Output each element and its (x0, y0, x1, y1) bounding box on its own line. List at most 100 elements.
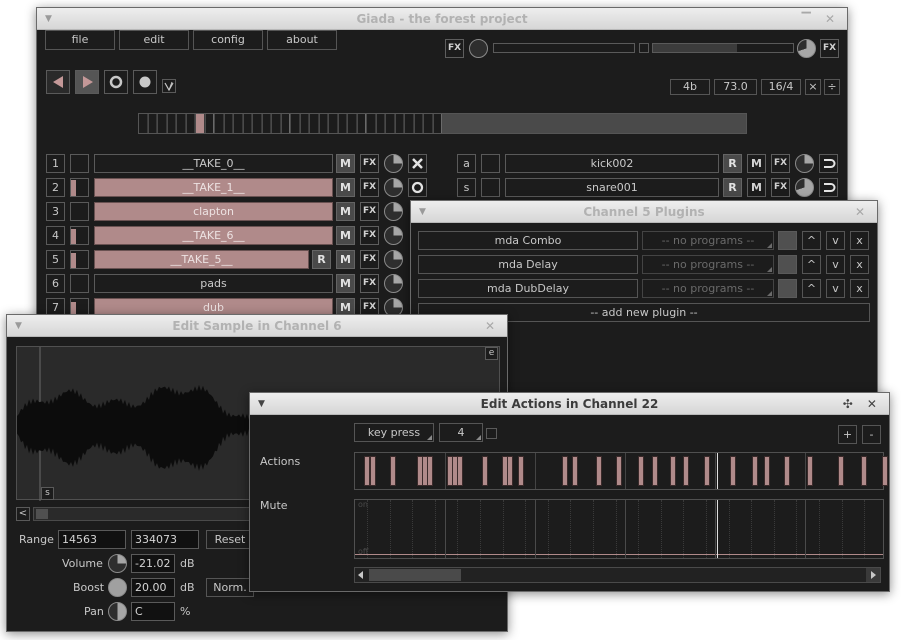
pan-field[interactable]: C (131, 602, 175, 621)
plugin-bypass-toggle[interactable] (778, 255, 797, 274)
plugin-remove-button[interactable]: x (850, 231, 869, 250)
plugin-programs-select[interactable]: -- no programs -- (642, 255, 774, 274)
action-bar[interactable] (572, 456, 578, 486)
zoom-in-button[interactable]: + (838, 425, 857, 444)
channel-fx-button[interactable]: FX (771, 154, 790, 173)
plugin-name-button[interactable]: mda Combo (418, 231, 638, 250)
grid-select[interactable]: 4 (439, 423, 483, 442)
channel-mode-button[interactable] (819, 154, 838, 173)
plugin-move-up-button[interactable]: ^ (802, 279, 821, 298)
channel-name-button[interactable]: kick002 (505, 154, 719, 173)
action-bar[interactable] (638, 456, 644, 486)
channel-mute-button[interactable]: M (747, 178, 766, 197)
action-bar[interactable] (752, 456, 758, 486)
range-end-handle[interactable]: e (485, 347, 498, 360)
action-type-select[interactable]: key press (354, 423, 434, 442)
action-editor-scrollbar[interactable] (354, 567, 881, 583)
action-bar[interactable] (784, 456, 790, 486)
boost-knob[interactable] (108, 578, 127, 597)
action-editor-title-bar[interactable]: ▼ Edit Actions in Channel 22 ✣ ✕ (250, 393, 889, 415)
plugin-remove-button[interactable]: x (850, 255, 869, 274)
normalize-button[interactable]: Norm. (206, 578, 254, 597)
grid-line (457, 500, 458, 558)
channel-fx-button[interactable]: FX (771, 178, 790, 197)
action-editor-title: Edit Actions in Channel 22 (480, 397, 659, 411)
plugin-move-down-button[interactable]: v (826, 255, 845, 274)
action-bar[interactable] (683, 456, 689, 486)
action-bar[interactable] (390, 456, 396, 486)
channel-name-button[interactable]: snare001 (505, 178, 719, 197)
action-bar[interactable] (652, 456, 658, 486)
action-bar[interactable] (518, 456, 524, 486)
scroll-left-arrow-icon[interactable] (358, 571, 363, 579)
grid-line (535, 453, 536, 489)
plugin-move-up-button[interactable]: ^ (802, 231, 821, 250)
waveform-scrollbar[interactable] (33, 507, 263, 521)
channel-status[interactable] (481, 178, 500, 197)
channel-read-actions-button[interactable]: R (723, 154, 742, 173)
mute-track[interactable]: on off (354, 499, 884, 559)
pan-knob[interactable] (108, 602, 127, 621)
plugin-move-up-button[interactable]: ^ (802, 255, 821, 274)
action-bar[interactable] (482, 456, 488, 486)
action-bar[interactable] (730, 456, 736, 486)
waveform-scroll-thumb[interactable] (36, 509, 48, 519)
volume-field[interactable]: -21.02 (131, 554, 175, 573)
action-bar[interactable] (596, 456, 602, 486)
dropdown-corner-icon (476, 435, 481, 440)
plugin-bypass-toggle[interactable] (778, 279, 797, 298)
grid-line (435, 500, 436, 558)
channel-mute-button[interactable]: M (747, 154, 766, 173)
plugin-bypass-toggle[interactable] (778, 231, 797, 250)
action-bar[interactable] (457, 456, 463, 486)
action-bar[interactable] (562, 456, 568, 486)
action-bar[interactable] (704, 456, 710, 486)
window-menu-icon[interactable]: ▼ (258, 393, 265, 415)
volume-label: Volume (62, 557, 103, 570)
window-menu-icon[interactable]: ▼ (419, 201, 426, 223)
range-end-field[interactable]: 334073 (131, 530, 199, 549)
grid-snap-checkbox[interactable] (486, 428, 497, 439)
channel-mode-button[interactable] (819, 178, 838, 197)
window-buttons[interactable]: ✣ ✕ (843, 393, 882, 415)
plugins-title-bar[interactable]: ▼ Channel 5 Plugins ✕ (411, 201, 877, 223)
action-bar[interactable] (370, 456, 376, 486)
range-start-handle[interactable]: s (41, 487, 54, 500)
window-menu-icon[interactable]: ▼ (15, 315, 22, 337)
range-start-field[interactable]: 14563 (58, 530, 126, 549)
action-bar[interactable] (616, 456, 622, 486)
sample-editor-title-bar[interactable]: ▼ Edit Sample in Channel 6 ✕ (7, 315, 507, 337)
action-bar[interactable] (507, 456, 513, 486)
channel-volume-knob[interactable] (795, 154, 814, 173)
action-bar[interactable] (670, 456, 676, 486)
plugin-move-down-button[interactable]: v (826, 279, 845, 298)
boost-field[interactable]: 20.00 (131, 578, 175, 597)
plugin-name-button[interactable]: mda DubDelay (418, 279, 638, 298)
action-bar[interactable] (427, 456, 433, 486)
grid-line (480, 500, 481, 558)
channel-volume-knob[interactable] (795, 178, 814, 197)
grid-line (842, 500, 843, 558)
action-bar[interactable] (882, 456, 888, 486)
plugin-remove-button[interactable]: x (850, 279, 869, 298)
plugin-move-down-button[interactable]: v (826, 231, 845, 250)
plugin-programs-select[interactable]: -- no programs -- (642, 231, 774, 250)
close-icon[interactable]: ✕ (855, 201, 870, 223)
grid-line (367, 500, 368, 558)
channel-status[interactable] (481, 154, 500, 173)
scroll-right-button[interactable] (866, 568, 880, 582)
action-bar[interactable] (764, 456, 770, 486)
close-icon[interactable]: ✕ (485, 315, 500, 337)
action-bar[interactable] (807, 456, 813, 486)
waveform-scroll-left-button[interactable]: < (16, 507, 30, 521)
plugin-name-button[interactable]: mda Delay (418, 255, 638, 274)
volume-knob[interactable] (108, 554, 127, 573)
action-bar[interactable] (838, 456, 844, 486)
action-bar[interactable] (861, 456, 867, 486)
actions-track[interactable] (354, 452, 888, 490)
zoom-out-button[interactable]: - (862, 425, 881, 444)
channel-read-actions-button[interactable]: R (723, 178, 742, 197)
action-editor-scroll-thumb[interactable] (369, 569, 461, 581)
plugin-programs-select[interactable]: -- no programs -- (642, 279, 774, 298)
range-reset-button[interactable]: Reset (206, 530, 254, 549)
